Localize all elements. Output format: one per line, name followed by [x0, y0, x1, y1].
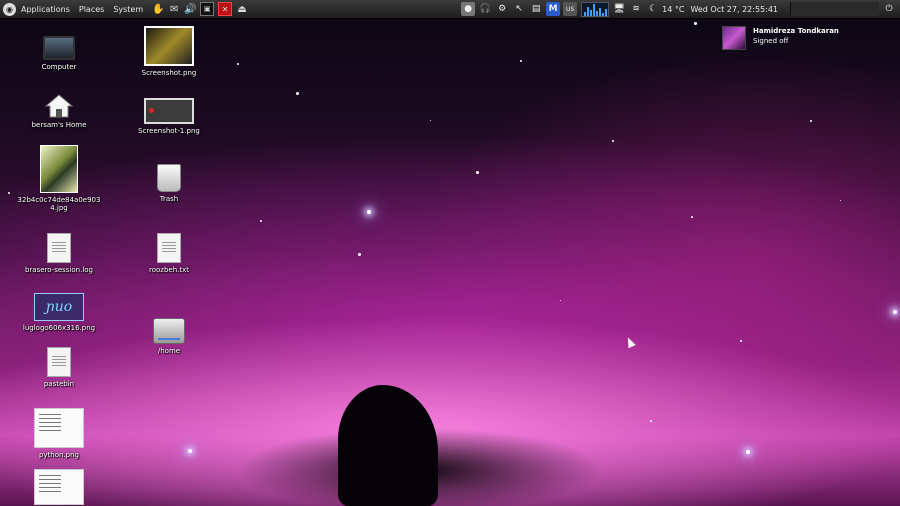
computer-icon: [43, 36, 75, 60]
clock[interactable]: Wed Oct 27, 22:55:41: [690, 5, 778, 14]
avatar: [722, 26, 746, 50]
close-launcher-icon[interactable]: ✕: [218, 2, 233, 16]
top-panel: ◉ Applications Places System ✋ ✉ 🔊 ▣ ✕ ⏏…: [0, 0, 900, 19]
desktop-icon-home[interactable]: bersam's Home: [16, 94, 102, 129]
terminal-launcher-icon[interactable]: ▣: [200, 2, 215, 16]
text-file-icon: [47, 233, 71, 263]
home-folder-icon: [45, 94, 73, 118]
menu-applications[interactable]: Applications: [21, 5, 70, 14]
eject-icon[interactable]: ⏏: [236, 3, 248, 15]
image-thumbnail: [40, 145, 78, 193]
menu-places[interactable]: Places: [79, 5, 104, 14]
panel-empty-area: [790, 2, 879, 16]
desktop-icon-pastebin[interactable]: pastebin: [16, 347, 102, 388]
image-thumbnail: [144, 98, 194, 124]
shutdown-icon[interactable]: ⏻: [882, 2, 896, 16]
weather-moon-icon[interactable]: ☾: [646, 2, 660, 16]
desktop-icon-photo[interactable]: 32b4c0c74de84a0e9034.jpg: [16, 145, 102, 212]
display-icon[interactable]: ▤: [529, 2, 543, 16]
desktop-icon-luglogo[interactable]: ɲuo luglogo606x316.png: [16, 293, 102, 332]
bright-star: [746, 450, 750, 454]
notification-name: Hamidreza Tondkaran: [753, 27, 839, 35]
image-thumbnail: [34, 469, 84, 505]
desktop-icon-screenshot[interactable]: Screenshot.png: [126, 26, 212, 77]
desktop-icon-computer[interactable]: Computer: [16, 36, 102, 71]
ubuntu-logo-icon[interactable]: ◉: [3, 2, 16, 16]
system-monitor-graph[interactable]: [581, 1, 610, 17]
image-thumbnail: [144, 26, 194, 66]
notification-status: Signed off: [753, 37, 789, 45]
horsehead-silhouette: [338, 385, 438, 506]
bright-star: [893, 310, 897, 314]
keyboard-layout-badge[interactable]: US: [563, 2, 578, 16]
hard-drive-icon: [153, 318, 185, 344]
desktop-icon-trash[interactable]: Trash: [126, 164, 212, 203]
desktop-icon-roozbeh[interactable]: roozbeh.txt: [126, 233, 212, 274]
screen-icon[interactable]: 🖥: [612, 2, 626, 16]
text-file-icon: [157, 233, 181, 263]
trash-icon: [157, 164, 181, 192]
text-file-icon: [47, 347, 71, 377]
system-tray: ● 🎧 ⚙ ↖ ▤ M US 🖥 ≋ ☾ 14 °C Wed Oct 27, 2…: [458, 0, 900, 18]
headphones-icon[interactable]: 🎧: [478, 2, 492, 16]
desktop-icon-brasero-log[interactable]: brasero-session.log: [16, 233, 102, 274]
bright-star: [188, 449, 192, 453]
gimp-launcher-icon[interactable]: ✋: [152, 3, 164, 15]
settings-gear-icon[interactable]: ⚙: [495, 2, 509, 16]
m-badge[interactable]: M: [546, 2, 561, 16]
desktop-icon-thumbnail[interactable]: [16, 469, 102, 505]
mail-launcher-icon[interactable]: ✉: [168, 3, 180, 15]
pointer-tool-icon[interactable]: ↖: [512, 2, 526, 16]
network-status-icon[interactable]: ●: [461, 2, 476, 16]
chat-notification[interactable]: Hamidreza Tondkaran Signed off: [722, 26, 862, 50]
desktop-icon-screenshot-1[interactable]: Screenshot-1.png: [126, 98, 212, 135]
bright-star: [367, 210, 371, 214]
image-thumbnail: ɲuo: [34, 293, 84, 321]
image-thumbnail: [34, 408, 84, 448]
desktop-icon-python[interactable]: python.png: [16, 408, 102, 459]
wifi-icon[interactable]: ≋: [629, 2, 643, 16]
desktop-icon-home-drive[interactable]: /home: [126, 318, 212, 355]
menu-system[interactable]: System: [113, 5, 143, 14]
volume-icon[interactable]: 🔊: [184, 3, 196, 15]
mouse-cursor-icon: [624, 335, 636, 349]
temperature[interactable]: 14 °C: [662, 5, 684, 14]
